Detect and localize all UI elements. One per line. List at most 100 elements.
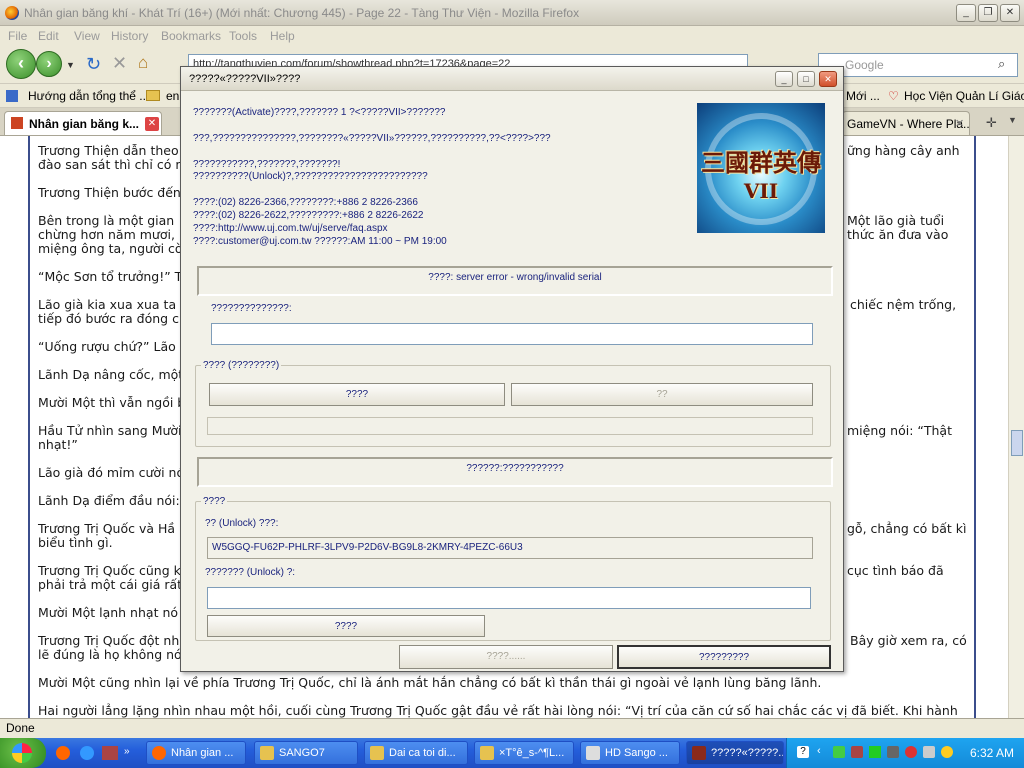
paragraph: Hai người lẳng lặng nhìn nhau một hồi, c… (38, 703, 958, 718)
bookmark-folder[interactable]: en (166, 89, 179, 103)
tab-nhan-gian[interactable]: Nhân gian băng k... ✕ (4, 111, 162, 135)
clock: 6:32 AM (969, 746, 1014, 760)
tray-expand-icon[interactable]: ‹ (817, 745, 821, 757)
new-tab-icon[interactable]: ✛ (986, 115, 997, 131)
game-quicklaunch-icon[interactable] (102, 746, 118, 760)
quicklaunch-expand-icon[interactable]: » (124, 746, 130, 757)
tray-app-icon[interactable] (941, 746, 953, 758)
info-line: ???,???????????????,????????«?????VII»??… (193, 133, 551, 144)
windows-logo-icon (12, 743, 32, 763)
tab-label: GameVN - Where Pla... (847, 117, 970, 131)
taskbar-item-label: Dai ca toi di... (389, 747, 456, 759)
menu-help[interactable]: Help (270, 29, 295, 43)
status-bar: Done (0, 718, 1024, 738)
game-tray-icon[interactable] (851, 746, 863, 758)
serial-label: ??????????????: (211, 303, 292, 314)
menu-tools[interactable]: Tools (229, 29, 257, 43)
home-icon[interactable]: ⌂ (138, 53, 148, 73)
search-input[interactable]: Google (818, 53, 1018, 77)
forward-button[interactable]: › (36, 51, 62, 77)
menu-view[interactable]: View (74, 29, 100, 43)
start-game-button[interactable]: ????????? (617, 645, 831, 669)
taskbar-item-label: SANGO7 (279, 747, 325, 759)
ie-quicklaunch-icon[interactable] (80, 746, 94, 760)
status-message: ????: server error - wrong/invalid seria… (197, 266, 833, 296)
taskbar-item[interactable]: Nhân gian ... (146, 741, 246, 765)
folder-icon (146, 90, 160, 101)
scrollbar-thumb[interactable] (1011, 430, 1023, 456)
help-icon[interactable]: ? (797, 746, 809, 758)
taskbar-item-label: HD Sango ... (605, 747, 668, 759)
taskbar-item-active[interactable]: ?????«?????... (686, 741, 784, 765)
tab-gamevn[interactable]: GameVN - Where Pla... ✕ (842, 111, 970, 135)
unlock-button[interactable]: ???? (207, 615, 485, 637)
menu-bar: File Edit View History Bookmarks Tools H… (0, 26, 1024, 46)
document-icon (586, 746, 600, 760)
paragraph-fragment: Một lão già tuổi (847, 213, 945, 228)
display-icon[interactable] (887, 746, 899, 758)
taskbar-item[interactable]: Dai ca toi di... (364, 741, 468, 765)
unlock-code-field[interactable]: W5GGQ-FU62P-PHLRF-3LPV9-P2D6V-BG9L8-2KMR… (207, 537, 813, 559)
reload-icon[interactable]: ↻ (86, 54, 101, 75)
maximize-button[interactable]: ❐ (978, 4, 998, 22)
menu-file[interactable]: File (8, 29, 27, 43)
stop-icon[interactable]: ✕ (112, 53, 127, 74)
activation-dialog: ?????«?????VII»???? _ □ ✕ ???????(Activa… (180, 66, 844, 672)
volume-icon[interactable] (923, 746, 935, 758)
taskbar-item[interactable]: HD Sango ... (580, 741, 680, 765)
info-line: ???????????,???????,???????! (193, 159, 341, 170)
back-button[interactable]: ‹ (6, 49, 36, 79)
unlock-group-label: ???? (201, 496, 228, 507)
dialog-maximize-button[interactable]: □ (797, 71, 815, 87)
paragraph-fragment: gỗ, chẳng có bất kì (847, 521, 967, 536)
folder-icon (260, 746, 274, 760)
close-tab-icon[interactable]: ✕ (145, 117, 159, 131)
dialog-minimize-button[interactable]: _ (775, 71, 793, 87)
unlock-input-label: ??????? (Unlock) ?: (205, 567, 296, 578)
firefox-quicklaunch-icon[interactable] (56, 746, 70, 760)
taskbar-item[interactable]: ×T°ê_s-^¶L... (474, 741, 574, 765)
info-line: ??????????(Unlock)?,????????????????????… (193, 171, 428, 182)
system-tray: ? ‹ 6:32 AM (786, 738, 1024, 768)
security-icon[interactable] (905, 746, 917, 758)
paragraph-fragment: ững hàng cây anh (847, 143, 960, 158)
bookmark-item[interactable]: Mới ... (846, 89, 880, 103)
bookmark-item[interactable]: Học Viện Quản Lí Giáo ... (904, 89, 1024, 103)
paragraph-fragment: miệng nói: “Thật (847, 423, 952, 438)
paragraph-fragment: Bây giờ xem ra, có (850, 633, 967, 648)
page-scrollbar[interactable] (1008, 136, 1024, 718)
start-button[interactable] (0, 738, 46, 768)
heart-icon: ♡ (888, 89, 899, 103)
network-icon[interactable] (833, 746, 845, 758)
paragraph-fragment: cục tình báo đã (847, 563, 944, 578)
tab-favicon-icon (11, 117, 23, 129)
taskbar-item[interactable]: SANGO7 (254, 741, 358, 765)
help-button[interactable]: ????...... (399, 645, 613, 669)
search-icon[interactable]: ⌕ (998, 56, 1005, 72)
menu-edit[interactable]: Edit (38, 29, 59, 43)
minimize-button[interactable]: _ (956, 4, 976, 22)
menu-bookmarks[interactable]: Bookmarks (161, 29, 221, 43)
activation-progress-bar (207, 417, 813, 435)
paragraph: Mười Một cũng nhìn lại về phía Trương Tr… (38, 675, 822, 690)
info-line: ???????(Activate)????,??????? 1 ?<?????V… (193, 107, 446, 118)
status-message-text: ????: server error - wrong/invalid seria… (428, 272, 602, 283)
cancel-button[interactable]: ?? (511, 383, 813, 406)
tab-list-icon[interactable]: ▼ (1008, 115, 1017, 125)
history-dropdown-icon[interactable]: ▼ (66, 60, 75, 70)
offline-section-text: ??????:??????????? (466, 463, 564, 474)
play-icon[interactable] (869, 746, 881, 758)
sango-icon (692, 746, 706, 760)
logo-subtitle: VII (743, 179, 779, 203)
taskbar-item-label: ×T°ê_s-^¶L... (499, 747, 565, 759)
close-tab-icon[interactable]: ✕ (955, 117, 964, 130)
bookmark-item[interactable]: Hướng dẫn tổng thể ... (28, 89, 149, 103)
menu-history[interactable]: History (111, 29, 148, 43)
online-activate-button[interactable]: ???? (209, 383, 505, 406)
serial-input[interactable] (211, 323, 813, 345)
taskbar-item-label: ?????«?????... (711, 747, 784, 759)
unlock-input[interactable] (207, 587, 811, 609)
close-button[interactable]: ✕ (1000, 4, 1020, 22)
offline-section-bar: ??????:??????????? (197, 457, 833, 487)
dialog-close-button[interactable]: ✕ (819, 71, 837, 87)
